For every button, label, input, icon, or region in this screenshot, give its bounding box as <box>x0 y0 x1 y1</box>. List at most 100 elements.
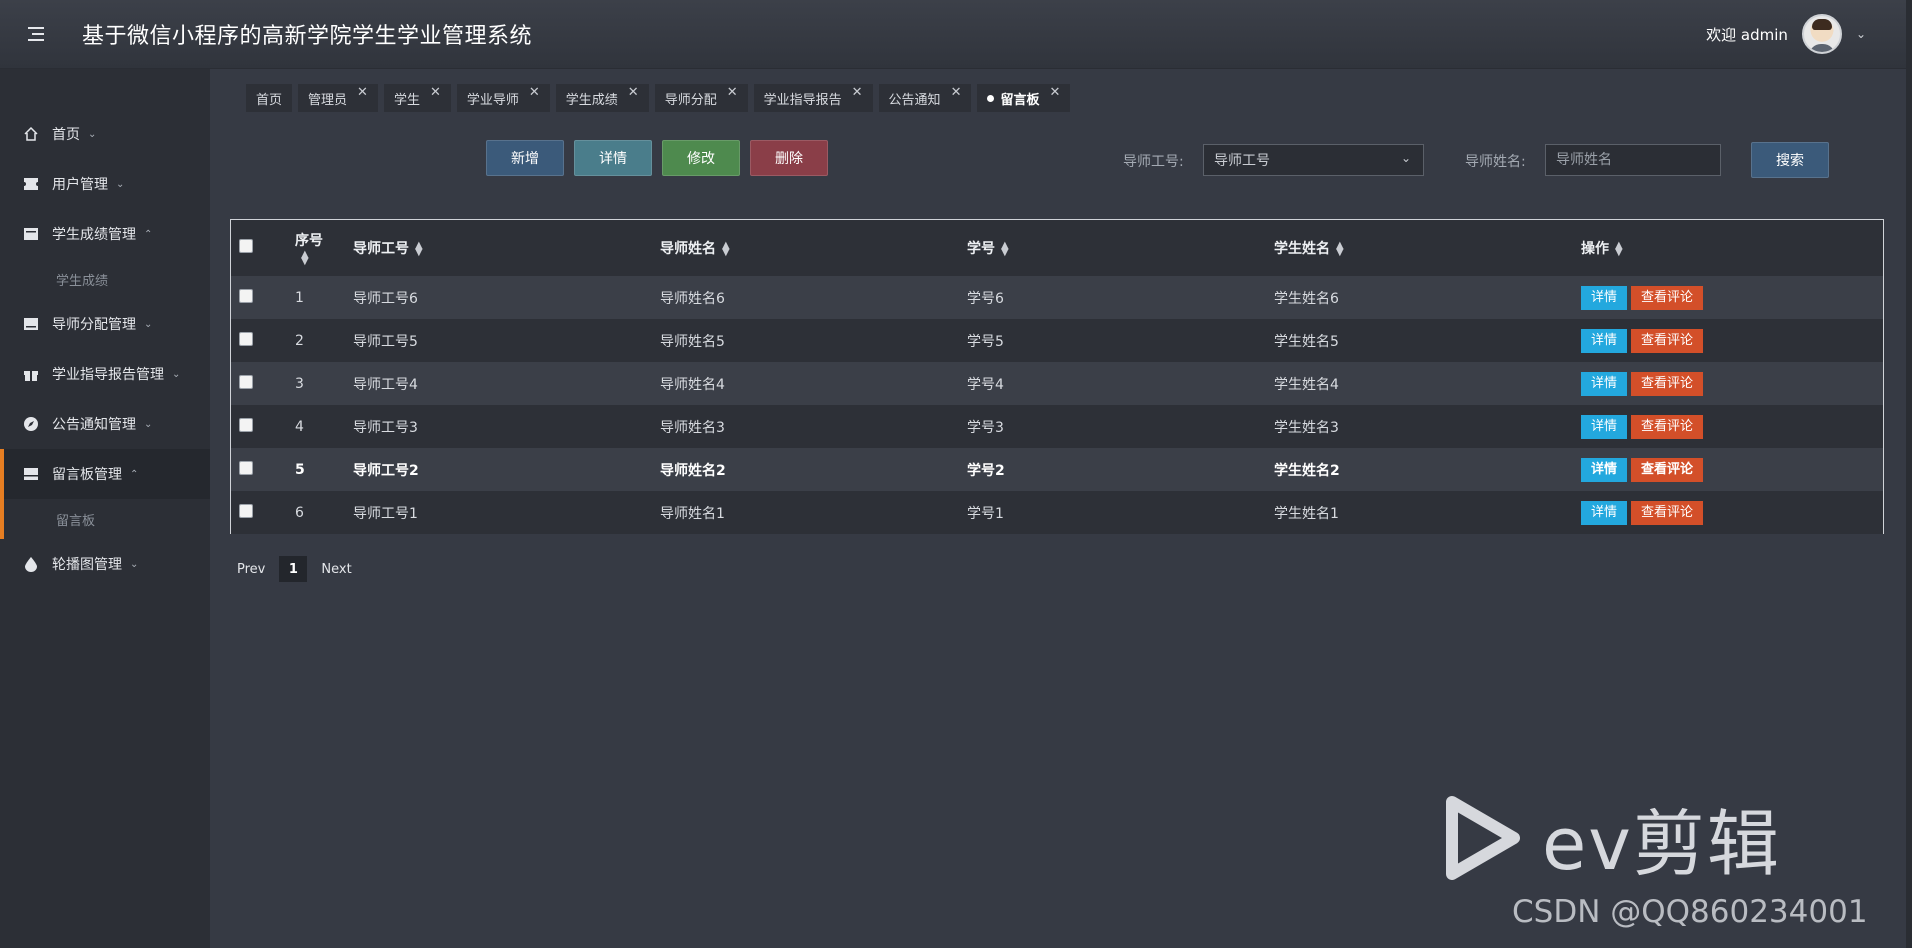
watermark-brand: ev剪辑 <box>1542 802 1781 886</box>
row-checkbox[interactable] <box>239 503 253 518</box>
sidebar-item-label: 学业指导报告管理 <box>52 367 164 383</box>
row-detail-button[interactable]: 详情 <box>1581 500 1628 525</box>
active-dot-icon <box>987 94 995 102</box>
delete-button[interactable]: 删除 <box>750 140 828 176</box>
tab-messages[interactable]: 留言板 ✕ <box>977 84 1071 112</box>
row-comment-button[interactable]: 查看评论 <box>1631 457 1704 482</box>
chevron-up-icon: ⌃ <box>130 468 139 480</box>
table-row[interactable]: 1 导师工号6 导师姓名6 学号6 学生姓名6 详情 查看评论 <box>231 276 1883 319</box>
close-icon[interactable]: ✕ <box>951 85 962 100</box>
scrollbar[interactable] <box>1906 0 1912 948</box>
sidebar-item-carousel[interactable]: 轮播图管理 ⌄ <box>0 539 210 589</box>
chevron-down-icon[interactable]: ⌄ <box>1856 27 1866 41</box>
close-icon[interactable]: ✕ <box>727 85 738 100</box>
sidebar-item-messages[interactable]: 留言板管理 ⌃ <box>0 449 210 499</box>
tab-scores[interactable]: 学生成绩 ✕ <box>555 84 649 112</box>
tutor-id-label: 导师工号: <box>1123 154 1184 170</box>
close-icon[interactable]: ✕ <box>628 85 639 100</box>
chevron-down-icon: ⌄ <box>116 178 125 190</box>
table-row[interactable]: 3 导师工号4 导师姓名4 学号4 学生姓名4 详情 查看评论 <box>231 362 1883 405</box>
table-row[interactable]: 6 导师工号1 导师姓名1 学号1 学生姓名1 详情 查看评论 <box>231 491 1883 534</box>
tab-notices[interactable]: 公告通知 ✕ <box>878 84 972 112</box>
select-all-checkbox[interactable] <box>239 239 253 253</box>
close-icon[interactable]: ✕ <box>529 85 540 100</box>
sidebar-item-notices[interactable]: 公告通知管理 ⌄ <box>0 399 210 449</box>
chevron-up-icon: ⌃ <box>144 228 153 240</box>
row-detail-button[interactable]: 详情 <box>1581 371 1628 396</box>
sidebar-item-label: 留言板管理 <box>52 467 122 483</box>
user-area[interactable]: 欢迎 admin ⌄ <box>1706 12 1866 56</box>
row-comment-button[interactable]: 查看评论 <box>1631 414 1704 439</box>
cell-student-name: 学生姓名3 <box>1274 405 1581 448</box>
tab-home[interactable]: 首页 <box>246 84 293 112</box>
tab-assign[interactable]: 导师分配 ✕ <box>654 84 748 112</box>
welcome-text: 欢迎 admin <box>1706 25 1788 44</box>
chevron-down-icon: ⌄ <box>172 368 181 380</box>
tab-student[interactable]: 学生 ✕ <box>383 84 451 112</box>
tab-tutor[interactable]: 学业导师 ✕ <box>456 84 550 112</box>
row-checkbox[interactable] <box>239 460 253 475</box>
row-comment-button[interactable]: 查看评论 <box>1631 285 1704 310</box>
row-checkbox[interactable] <box>239 331 253 346</box>
prev-page-link[interactable]: Prev <box>233 558 269 581</box>
header-student-name[interactable]: 学生姓名 ▲ ▼ <box>1274 220 1581 276</box>
header-student-id[interactable]: 学号 ▲ ▼ <box>967 220 1274 276</box>
sidebar-item-assign[interactable]: 导师分配管理 ⌄ <box>0 299 210 349</box>
sort-icon[interactable]: ▲ ▼ <box>1615 241 1623 258</box>
header-tutor-name[interactable]: 导师姓名 ▲ ▼ <box>660 220 967 276</box>
row-detail-button[interactable]: 详情 <box>1581 328 1628 353</box>
tab-reports[interactable]: 学业指导报告 ✕ <box>753 84 873 112</box>
sidebar-subitem-scores[interactable]: 学生成绩 <box>0 259 210 299</box>
top-header: 基于微信小程序的高新学院学生学业管理系统 欢迎 admin ⌄ <box>0 0 1912 69</box>
row-detail-button[interactable]: 详情 <box>1581 457 1628 482</box>
avatar[interactable] <box>1801 14 1842 54</box>
sort-icon[interactable]: ▲ ▼ <box>1336 241 1344 258</box>
sort-icon[interactable]: ▲ ▼ <box>1001 241 1009 258</box>
row-checkbox[interactable] <box>239 374 253 389</box>
sidebar-item-home[interactable]: 首页 ⌄ <box>0 109 210 159</box>
search-button[interactable]: 搜索 <box>1751 142 1829 178</box>
chevron-down-icon: ⌄ <box>144 318 153 330</box>
sidebar-subitem-messages[interactable]: 留言板 <box>0 499 210 539</box>
gift-icon <box>22 365 40 383</box>
ticket-icon <box>22 175 40 193</box>
close-icon[interactable]: ✕ <box>852 85 863 100</box>
row-comment-button[interactable]: 查看评论 <box>1631 500 1704 525</box>
cell-tutor-id: 导师工号2 <box>353 448 660 491</box>
tutor-id-select[interactable]: 导师工号 ⌄ <box>1203 144 1424 176</box>
detail-button[interactable]: 详情 <box>574 140 652 176</box>
close-icon[interactable]: ✕ <box>357 85 368 100</box>
compass-icon <box>22 415 40 433</box>
table-row[interactable]: 2 导师工号5 导师姓名5 学号5 学生姓名5 详情 查看评论 <box>231 319 1883 362</box>
row-comment-button[interactable]: 查看评论 <box>1631 328 1704 353</box>
header-tutor-id[interactable]: 导师工号 ▲ ▼ <box>353 220 660 276</box>
cell-student-name: 学生姓名5 <box>1274 319 1581 362</box>
sort-icon[interactable]: ▲ ▼ <box>415 241 423 258</box>
row-detail-button[interactable]: 详情 <box>1581 414 1628 439</box>
edit-button[interactable]: 修改 <box>662 140 740 176</box>
table-row[interactable]: 4 导师工号3 导师姓名3 学号3 学生姓名3 详情 查看评论 <box>231 405 1883 448</box>
sidebar-item-scores[interactable]: 学生成绩管理 ⌃ <box>0 209 210 259</box>
row-detail-button[interactable]: 详情 <box>1581 285 1628 310</box>
header-actions[interactable]: 操作 ▲ ▼ <box>1581 220 1883 276</box>
cell-tutor-id: 导师工号6 <box>353 276 660 319</box>
close-icon[interactable]: ✕ <box>1049 85 1060 100</box>
current-page[interactable]: 1 <box>279 556 308 582</box>
tab-admin[interactable]: 管理员 ✕ <box>298 84 378 112</box>
menu-toggle-icon[interactable] <box>28 22 52 46</box>
header-index[interactable]: 序号 ▲ ▼ <box>281 220 353 276</box>
cell-tutor-id: 导师工号3 <box>353 405 660 448</box>
row-checkbox[interactable] <box>239 288 253 303</box>
add-button[interactable]: 新增 <box>486 140 564 176</box>
sidebar-item-reports[interactable]: 学业指导报告管理 ⌄ <box>0 349 210 399</box>
row-checkbox[interactable] <box>239 417 253 432</box>
close-icon[interactable]: ✕ <box>430 85 441 100</box>
chevron-down-icon: ⌄ <box>130 558 139 570</box>
next-page-link[interactable]: Next <box>317 558 355 581</box>
table-row[interactable]: 5 导师工号2 导师姓名2 学号2 学生姓名2 详情 查看评论 <box>231 448 1883 491</box>
sidebar-item-users[interactable]: 用户管理 ⌄ <box>0 159 210 209</box>
row-comment-button[interactable]: 查看评论 <box>1631 371 1704 396</box>
tutor-name-input[interactable] <box>1545 144 1721 176</box>
sort-icon[interactable]: ▲ ▼ <box>301 250 309 267</box>
sort-icon[interactable]: ▲ ▼ <box>722 241 730 258</box>
